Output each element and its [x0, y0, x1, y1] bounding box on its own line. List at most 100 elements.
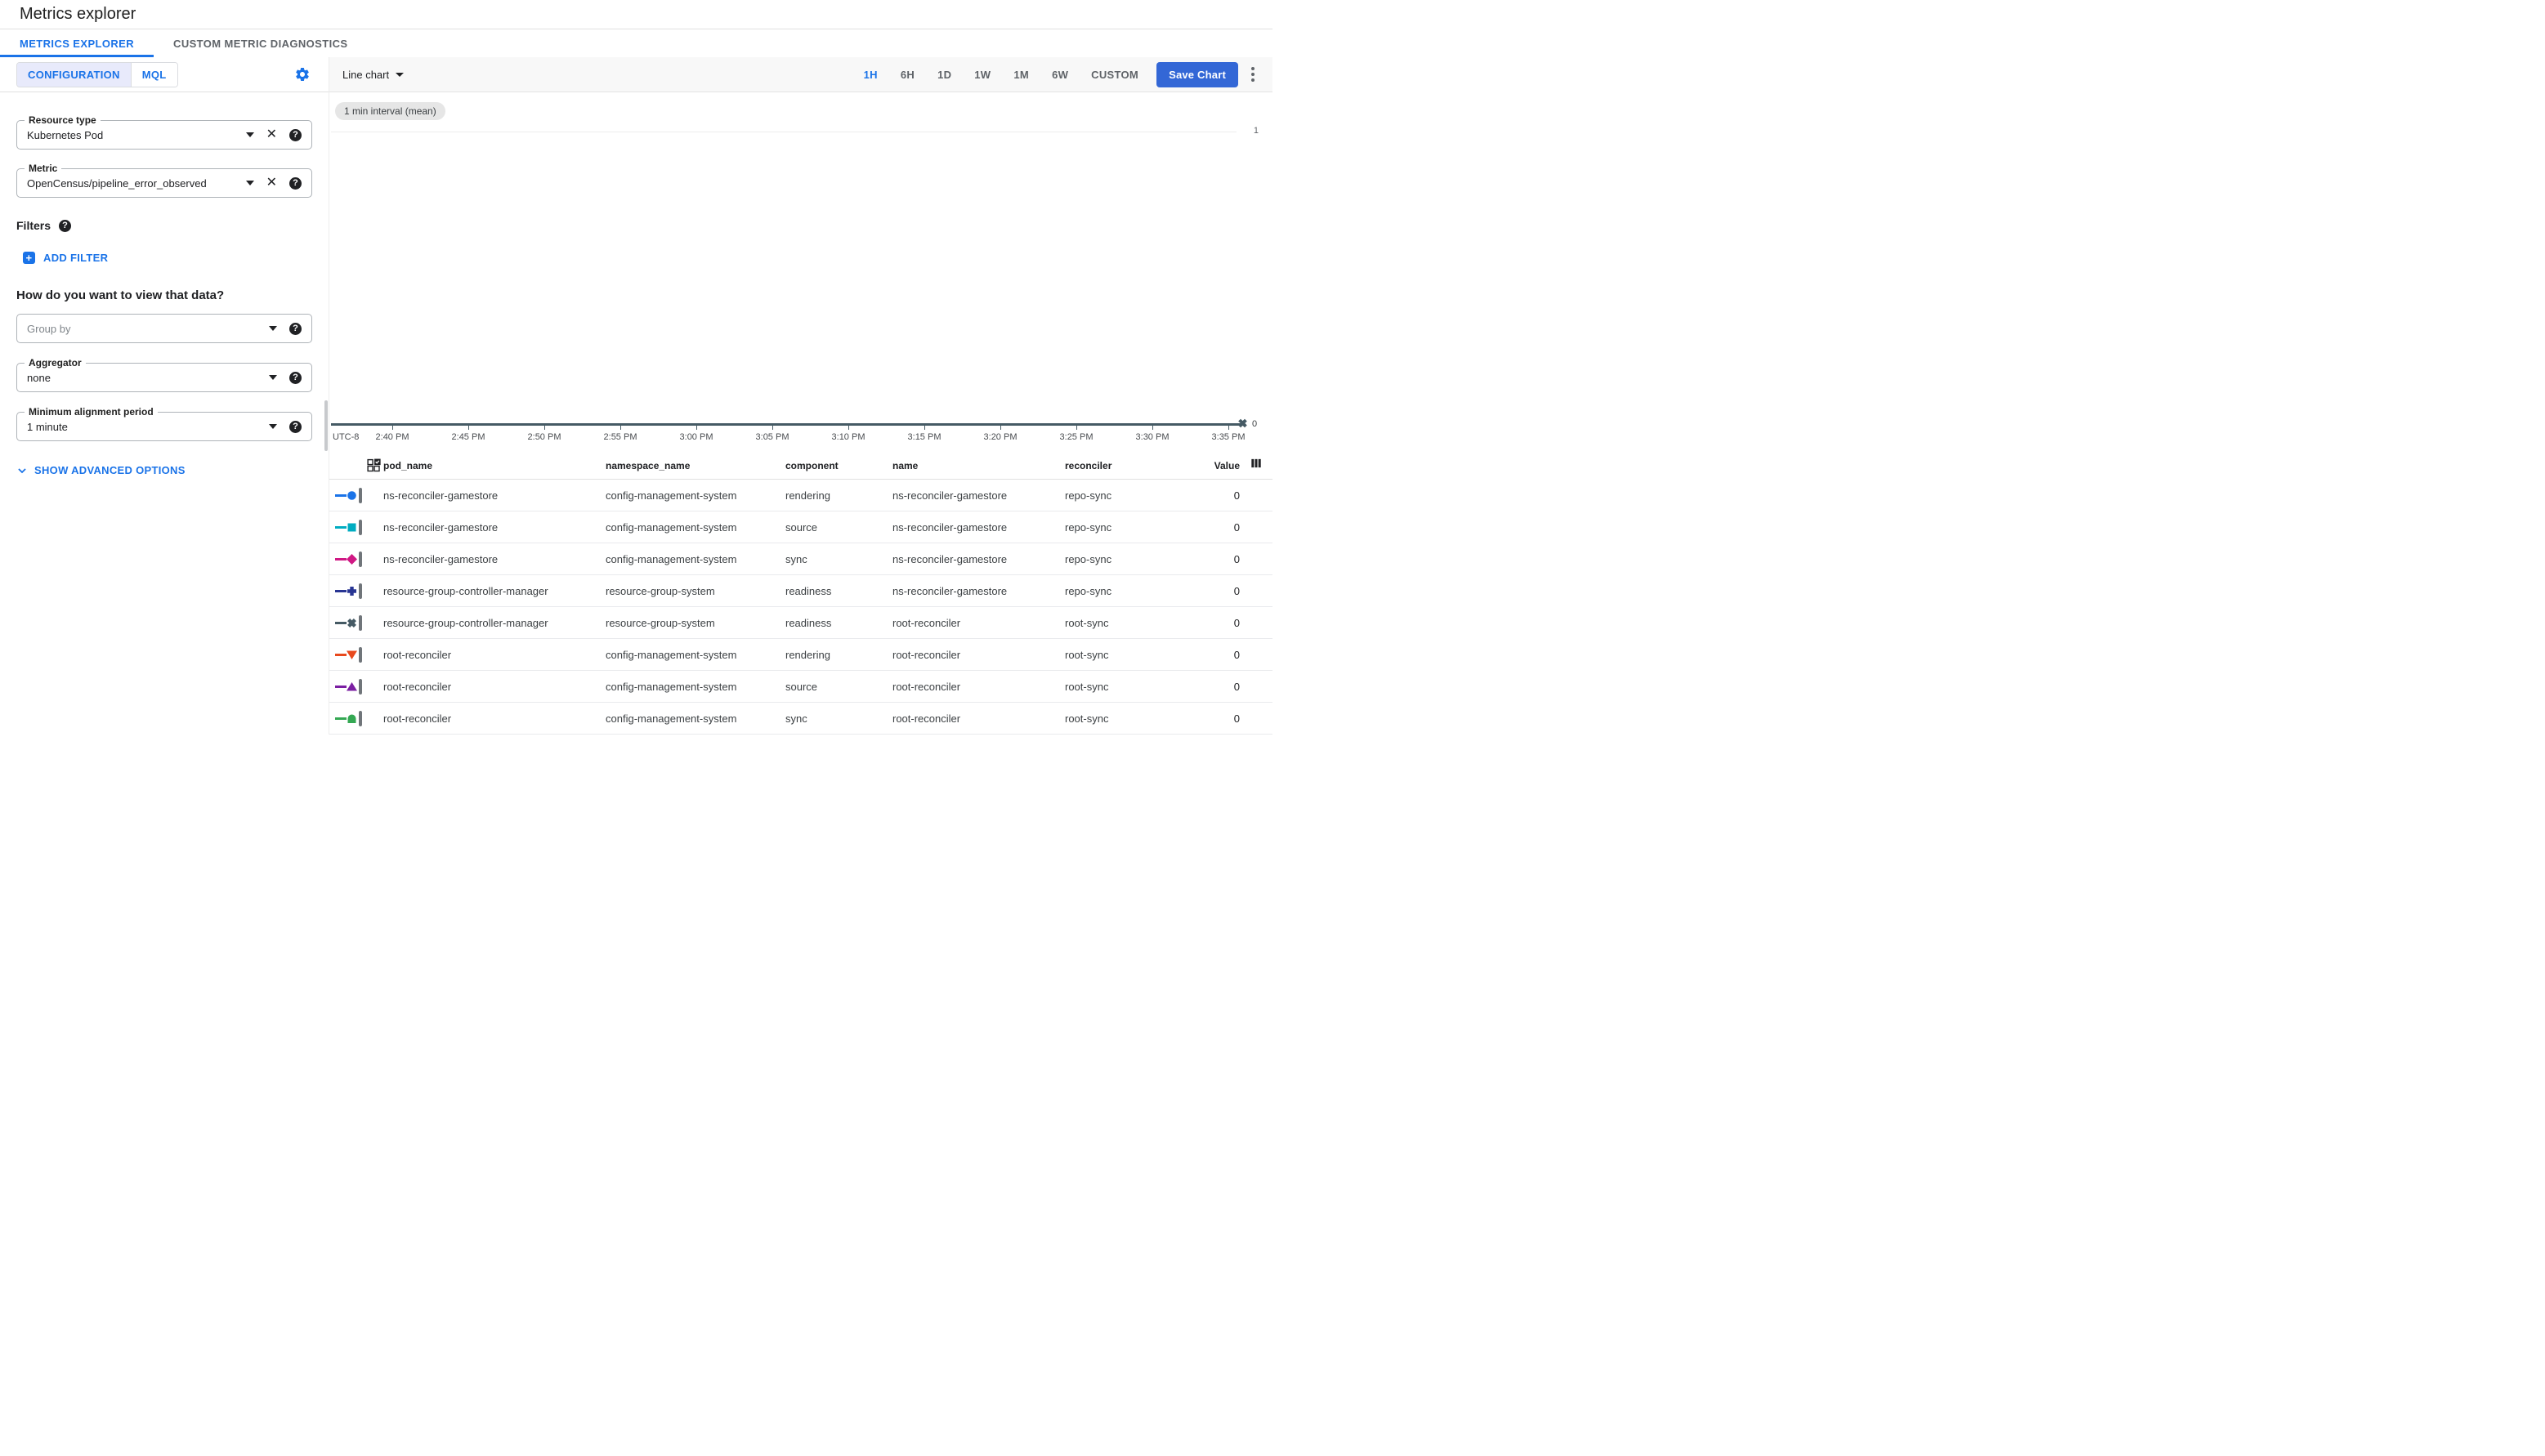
- help-icon[interactable]: ?: [289, 322, 302, 335]
- view-columns-icon[interactable]: [1240, 458, 1272, 474]
- x-axis-tickmark: [924, 426, 925, 430]
- cell-value: 0: [1233, 680, 1240, 693]
- table-row: root-reconciler config-management-system…: [329, 671, 1272, 703]
- resource-type-field[interactable]: Resource type Kubernetes Pod ✕ ?: [16, 114, 312, 150]
- min-alignment-period-label: Minimum alignment period: [25, 406, 158, 418]
- cell-reconciler: root-sync: [1065, 616, 1109, 629]
- cell-name: root-reconciler: [892, 616, 961, 629]
- tab-custom-metric-diagnostics[interactable]: CUSTOM METRIC DIAGNOSTICS: [154, 29, 367, 57]
- series-checkbox[interactable]: [359, 583, 362, 599]
- series-checkbox[interactable]: [359, 678, 362, 695]
- cell-component: readiness: [785, 584, 832, 597]
- legend-table-header: pod_name namespace_name component name r…: [329, 452, 1272, 480]
- x-axis-tick-label: 3:20 PM: [983, 432, 1018, 442]
- series-checkbox[interactable]: [359, 614, 362, 631]
- x-axis-tick-label: 3:05 PM: [755, 432, 789, 442]
- cell-value: 0: [1233, 489, 1240, 502]
- data-point-cluster-icon[interactable]: [1237, 418, 1249, 431]
- series-marker-plus-icon: [335, 586, 356, 596]
- column-header-pod-name: pod_name: [383, 459, 433, 471]
- cell-name: ns-reconciler-gamestore: [892, 520, 1008, 534]
- save-chart-button[interactable]: Save Chart: [1156, 61, 1238, 87]
- help-icon[interactable]: ?: [289, 176, 302, 190]
- group-by-placeholder: Group by: [27, 322, 71, 335]
- help-icon[interactable]: ?: [289, 420, 302, 433]
- table-row: ns-reconciler-gamestore config-managemen…: [329, 543, 1272, 575]
- range-button-1h[interactable]: 1H: [864, 69, 878, 81]
- group-by-field[interactable]: Group by ?: [16, 314, 312, 343]
- min-alignment-period-value: 1 minute: [27, 420, 68, 433]
- chevron-down-icon[interactable]: [245, 181, 254, 185]
- chevron-down-icon[interactable]: [245, 132, 254, 137]
- clear-icon[interactable]: ✕: [266, 176, 277, 190]
- series-checkbox[interactable]: [359, 551, 362, 567]
- x-axis-tickmark: [848, 426, 849, 430]
- show-advanced-options-button[interactable]: SHOW ADVANCED OPTIONS: [16, 464, 312, 476]
- more-options-icon[interactable]: [1248, 64, 1258, 85]
- range-button-1w[interactable]: 1W: [974, 69, 991, 81]
- chart-type-dropdown[interactable]: Line chart: [342, 69, 405, 81]
- range-button-custom[interactable]: CUSTOM: [1091, 69, 1138, 81]
- column-header-reconciler: reconciler: [1065, 459, 1112, 471]
- series-marker-circle-icon: [335, 490, 356, 500]
- x-axis-tick-label: 2:50 PM: [527, 432, 561, 442]
- table-row: ns-reconciler-gamestore config-managemen…: [329, 480, 1272, 511]
- x-axis-tick-label: 3:10 PM: [831, 432, 865, 442]
- panel-scrollbar-thumb[interactable]: [324, 400, 328, 451]
- end-point-value-label: 0: [1252, 419, 1258, 429]
- range-button-6w[interactable]: 6W: [1052, 69, 1068, 81]
- chevron-down-icon[interactable]: [269, 326, 277, 331]
- x-axis-tickmark: [544, 426, 545, 430]
- series-checkbox[interactable]: [359, 487, 362, 503]
- metric-value: OpenCensus/pipeline_error_observed: [27, 176, 207, 190]
- series-checkbox[interactable]: [359, 710, 362, 726]
- series-checkbox[interactable]: [359, 519, 362, 535]
- help-icon[interactable]: ?: [289, 128, 302, 141]
- toggle-all-series-icon[interactable]: [329, 458, 383, 472]
- chevron-down-icon[interactable]: [269, 424, 277, 429]
- resource-type-value: Kubernetes Pod: [27, 128, 104, 141]
- x-axis-tickmark: [696, 426, 697, 430]
- cell-component: readiness: [785, 616, 832, 629]
- x-axis-tickmark: [620, 426, 621, 430]
- configuration-mode-button[interactable]: CONFIGURATION: [17, 62, 131, 87]
- min-alignment-period-field[interactable]: Minimum alignment period 1 minute ?: [16, 406, 312, 441]
- select-all-checkboxes-icon: [367, 458, 381, 472]
- add-filter-button[interactable]: + ADD FILTER: [23, 252, 312, 264]
- settings-gear-icon[interactable]: [294, 66, 311, 83]
- configuration-panel: CONFIGURATION MQL Resource type Kubernet…: [0, 57, 329, 735]
- cell-name: ns-reconciler-gamestore: [892, 489, 1008, 502]
- aggregator-field[interactable]: Aggregator none ?: [16, 357, 312, 392]
- x-axis-tickmark: [772, 426, 773, 430]
- range-button-1m[interactable]: 1M: [1013, 69, 1029, 81]
- range-button-1d[interactable]: 1D: [937, 69, 951, 81]
- cell-reconciler: root-sync: [1065, 680, 1109, 693]
- cell-component: source: [785, 520, 818, 534]
- range-button-6h[interactable]: 6H: [901, 69, 915, 81]
- clear-icon[interactable]: ✕: [266, 128, 277, 141]
- x-axis-tick-label: 3:35 PM: [1211, 432, 1246, 442]
- series-marker-arch-icon: [335, 714, 356, 723]
- cell-pod-name: ns-reconciler-gamestore: [383, 489, 499, 502]
- cell-namespace-name: config-management-system: [606, 712, 737, 725]
- table-row: root-reconciler config-management-system…: [329, 639, 1272, 671]
- cell-pod-name: resource-group-controller-manager: [383, 584, 548, 597]
- cell-component: sync: [785, 552, 807, 565]
- cell-value: 0: [1233, 712, 1240, 725]
- x-axis-tick-label: 2:55 PM: [603, 432, 637, 442]
- tab-metrics-explorer[interactable]: METRICS EXPLORER: [0, 29, 154, 57]
- page-header: Metrics explorer: [0, 0, 1272, 29]
- table-row: root-reconciler config-management-system…: [329, 703, 1272, 735]
- series-checkbox[interactable]: [359, 646, 362, 663]
- metric-label: Metric: [25, 163, 62, 174]
- help-icon[interactable]: ?: [289, 371, 302, 384]
- chevron-down-icon[interactable]: [269, 375, 277, 380]
- x-axis-tick-label: 2:45 PM: [451, 432, 485, 442]
- chevron-down-icon: [18, 467, 26, 473]
- column-header-name: name: [892, 459, 919, 471]
- mql-mode-button[interactable]: MQL: [130, 62, 177, 87]
- metric-field[interactable]: Metric OpenCensus/pipeline_error_observe…: [16, 163, 312, 198]
- help-icon[interactable]: ?: [59, 219, 72, 232]
- cell-component: source: [785, 680, 818, 693]
- interval-chip[interactable]: 1 min interval (mean): [335, 102, 445, 120]
